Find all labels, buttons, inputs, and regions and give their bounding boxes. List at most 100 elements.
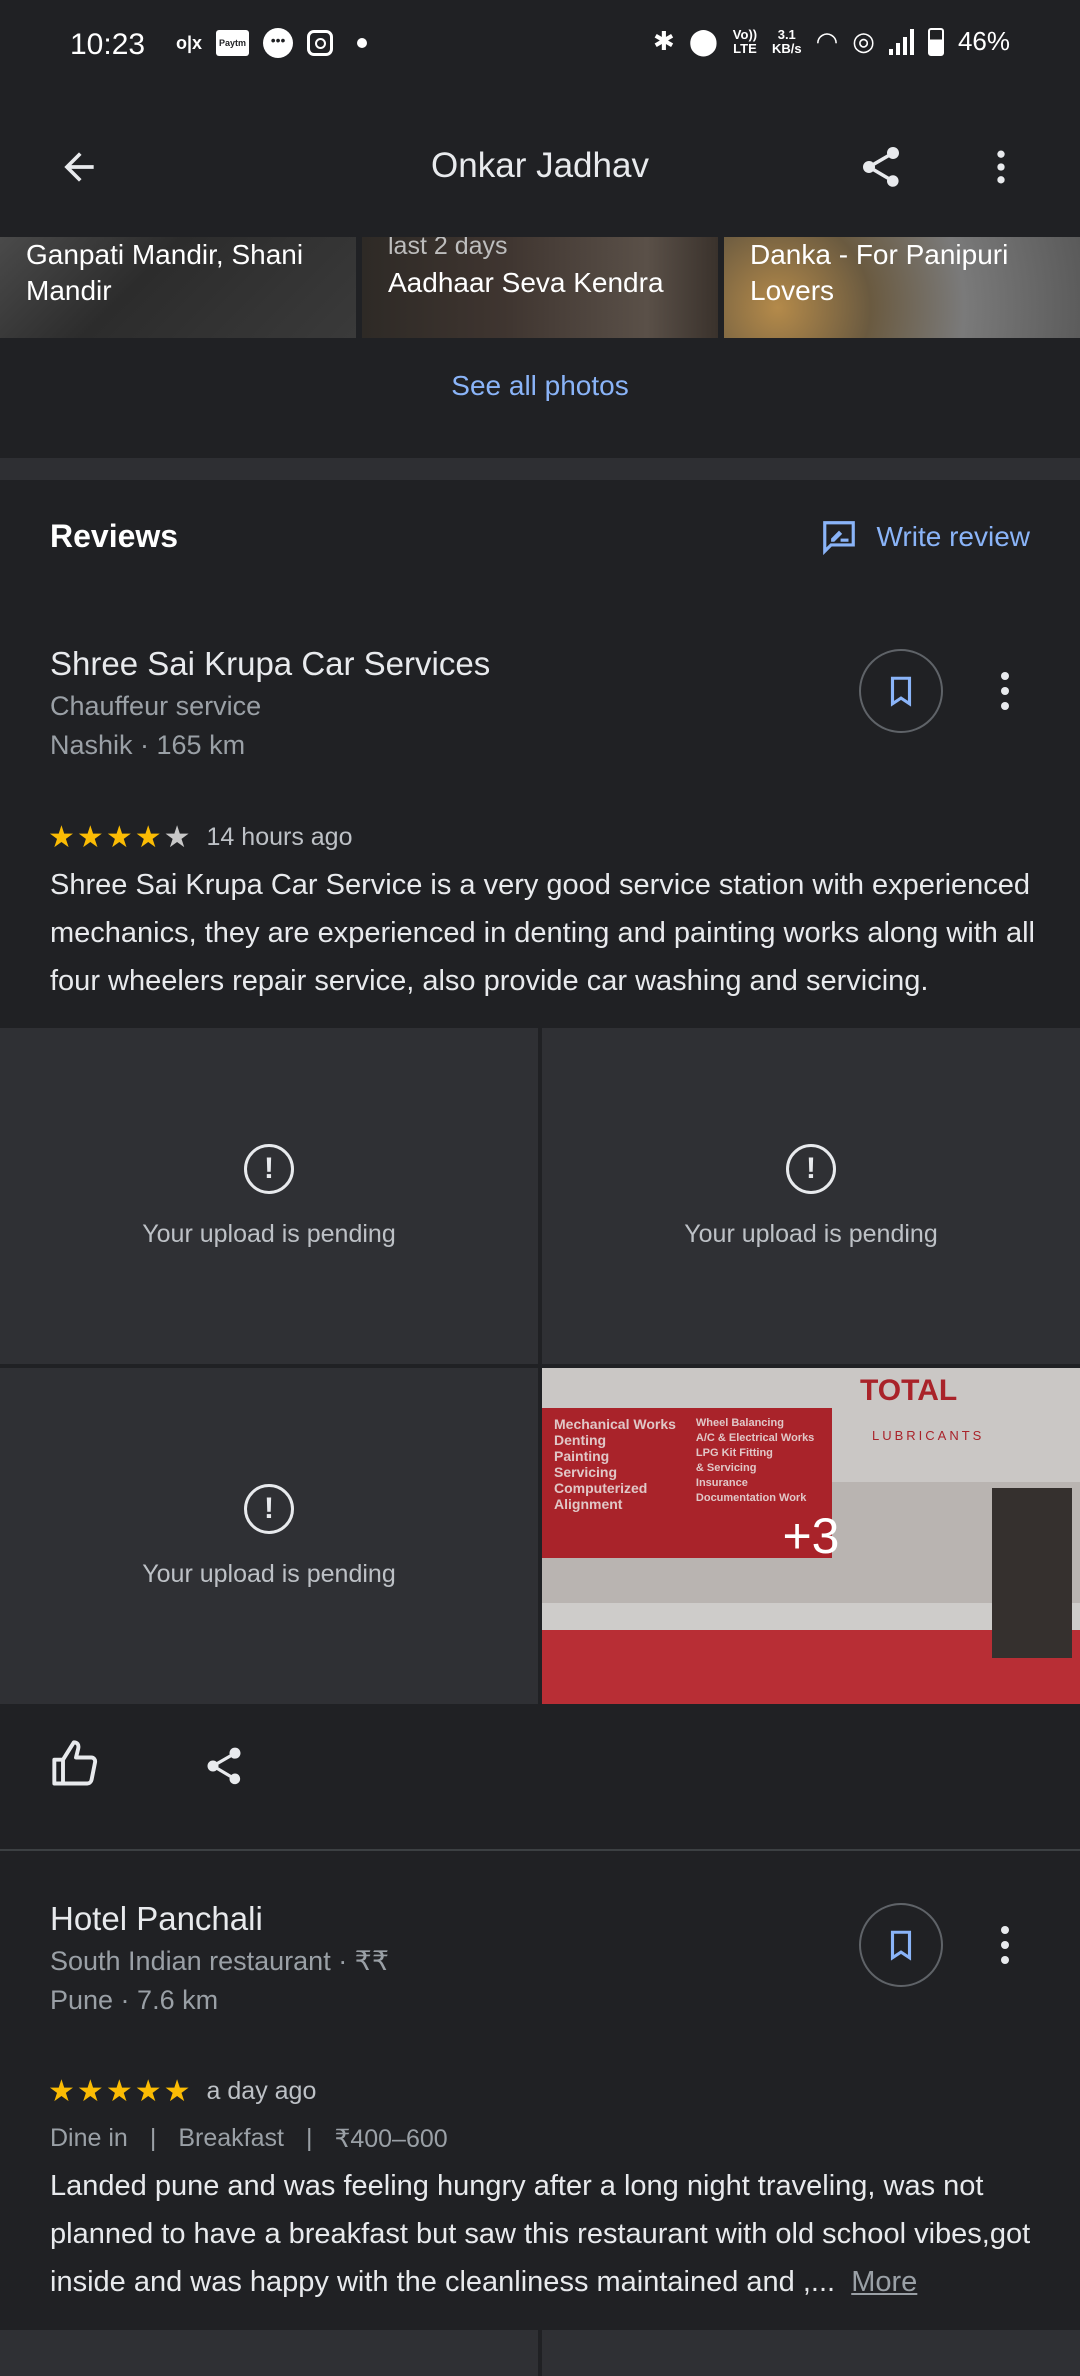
place-name: Hotel Panchali <box>50 1900 263 1937</box>
pending-label: Your upload is pending <box>684 1219 938 1248</box>
photo-subtitle: last 2 days <box>388 237 508 260</box>
paytm-icon: Paytm <box>216 30 250 56</box>
review-time: a day ago <box>206 2077 317 2105</box>
more-vert-icon <box>1001 1926 1009 1964</box>
place-category: South Indian restaurant · ₹₹ <box>50 1946 390 1976</box>
clock: 10:23 <box>70 28 146 61</box>
review-photos-grid: ! Your upload is pending ! Your upload is … <box>0 1028 1080 1704</box>
review-photo-tile[interactable] <box>0 2330 538 2376</box>
pending-upload-tile[interactable]: ! Your upload is pending <box>0 1028 538 1364</box>
star-icon: ★ <box>48 821 75 854</box>
alert-icon: ! <box>244 1483 294 1534</box>
review-more-button[interactable] <box>985 1920 1025 1975</box>
speed-value: 3.1 <box>777 26 796 42</box>
more-notifications-dot-icon <box>357 38 368 48</box>
review-rating-row: ★ ★ ★ ★ ★ a day ago <box>48 2074 316 2109</box>
star-icon: ★ <box>76 2075 104 2108</box>
page-title: Onkar Jadhav <box>431 146 649 185</box>
star-icon: ★ <box>105 2075 133 2108</box>
volte-icon: Vo)) LTE <box>732 26 758 56</box>
save-place-button[interactable] <box>859 1903 943 1987</box>
pending-upload-tile[interactable]: ! Your upload is pending <box>0 1368 538 1704</box>
more-photos-count: +3 <box>542 1368 1080 1704</box>
star-icon: ★ <box>163 2075 191 2108</box>
photo-card[interactable]: Ganpati Mandir, Shani Mandir <box>0 237 356 338</box>
thumb-up-icon <box>52 1740 98 1786</box>
review-place-info[interactable]: Hotel Panchali South Indian restaurant ·… <box>50 1900 389 2016</box>
more-options-button[interactable] <box>966 132 1036 202</box>
review-text: Shree Sai Krupa Car Service is a very go… <box>50 869 1035 997</box>
meta-service: Dine in <box>50 2124 128 2152</box>
review-photo-more[interactable]: Mechanical Works Denting Painting Servicing… <box>542 1368 1080 1704</box>
like-button[interactable] <box>50 1738 102 1795</box>
review-meta: Dine in | Breakfast | ₹400–600 <box>50 2124 448 2154</box>
speed-unit: KB/s <box>771 40 802 56</box>
section-divider <box>0 458 1080 480</box>
bookmark-icon <box>890 676 912 707</box>
meta-meal: Breakfast <box>178 2124 284 2152</box>
star-icon: ★ <box>105 821 133 854</box>
write-review-button[interactable]: Write review <box>820 518 1030 556</box>
star-rating: ★ ★ ★ ★ ★ <box>48 820 191 855</box>
share-review-button[interactable] <box>202 1744 246 1793</box>
star-rating: ★ ★ ★ ★ ★ <box>48 2074 191 2109</box>
save-place-button[interactable] <box>859 649 943 733</box>
star-icon: ★ <box>134 2075 162 2108</box>
place-category: Chauffeur service <box>50 691 262 721</box>
instagram-icon <box>307 30 334 56</box>
write-review-label: Write review <box>876 521 1030 552</box>
photo-card[interactable]: Danka - For Panipuri Lovers <box>724 237 1080 338</box>
review-more-button[interactable] <box>985 666 1025 721</box>
place-location: Pune · 7.6 km <box>50 1985 219 2015</box>
review-divider <box>0 1849 1080 1851</box>
star-icon: ★ <box>76 821 104 854</box>
hotspot-icon: ◎ <box>852 26 875 56</box>
bookmark-icon <box>890 1930 912 1961</box>
review-place-info[interactable]: Shree Sai Krupa Car Services Chauffeur s… <box>50 645 490 761</box>
photo-title: Aadhaar Seva Kendra <box>388 267 664 298</box>
alert-icon: ! <box>244 1143 294 1194</box>
notification-icons: o|x Paytm ••• <box>176 28 368 58</box>
reviews-heading: Reviews <box>50 518 179 554</box>
star-icon: ★ <box>48 2075 75 2108</box>
more-vert-icon <box>1001 672 1009 710</box>
pending-label: Your upload is pending <box>142 1559 396 1588</box>
alert-icon: ! <box>786 1143 836 1194</box>
see-all-photos-link[interactable]: See all photos <box>0 370 1080 402</box>
photo-card[interactable]: last 2 days Aadhaar Seva Kendra <box>362 237 718 338</box>
pending-upload-tile[interactable]: ! Your upload is pending <box>542 1028 1080 1364</box>
photo-title: Ganpati Mandir, Shani Mandir <box>26 239 304 306</box>
star-empty-icon: ★ <box>163 821 191 854</box>
top-app-bar: Onkar Jadhav <box>0 90 1080 237</box>
network-speed: 3.1 KB/s <box>771 26 802 56</box>
signal-icon <box>888 28 914 55</box>
olx-icon: o|x <box>176 32 203 53</box>
more-link[interactable]: More <box>851 2266 917 2298</box>
review-text-container: Landed pune and was feeling hungry after… <box>50 2162 1050 2306</box>
photos-strip: Ganpati Mandir, Shani Mandir last 2 days… <box>0 237 1080 338</box>
bluetooth-icon: ✱ <box>653 26 675 56</box>
meta-separator: | <box>149 2124 157 2152</box>
wifi-icon: ◠ <box>815 26 839 56</box>
rate-review-icon <box>823 521 856 556</box>
status-bar: 10:23 o|x Paytm ••• ✱ ⬤ Vo)) LTE 3.1 KB/s… <box>0 0 1080 90</box>
messages-icon: ••• <box>263 28 294 58</box>
battery-percent: 46% <box>957 26 1010 56</box>
review-photo-tile[interactable] <box>542 2330 1080 2376</box>
place-name: Shree Sai Krupa Car Services <box>50 645 491 682</box>
review-time: 14 hours ago <box>206 823 353 851</box>
share-icon <box>207 1747 241 1785</box>
share-icon <box>863 147 899 187</box>
more-vert-icon <box>997 150 1005 184</box>
star-icon: ★ <box>134 821 162 854</box>
location-icon: ⬤ <box>688 26 718 56</box>
review-rating-row: ★ ★ ★ ★ ★ 14 hours ago <box>48 820 352 855</box>
pending-label: Your upload is pending <box>142 1219 396 1248</box>
place-location: Nashik · 165 km <box>50 730 246 760</box>
battery-icon <box>927 27 944 56</box>
system-icons: ✱ ⬤ Vo)) LTE 3.1 KB/s ◠ ◎ 46% <box>653 26 1010 57</box>
meta-separator: | <box>305 2124 313 2152</box>
photo-title: Danka - For Panipuri Lovers <box>750 239 1009 306</box>
meta-price: ₹400–600 <box>334 2125 448 2153</box>
share-button[interactable] <box>846 132 916 202</box>
